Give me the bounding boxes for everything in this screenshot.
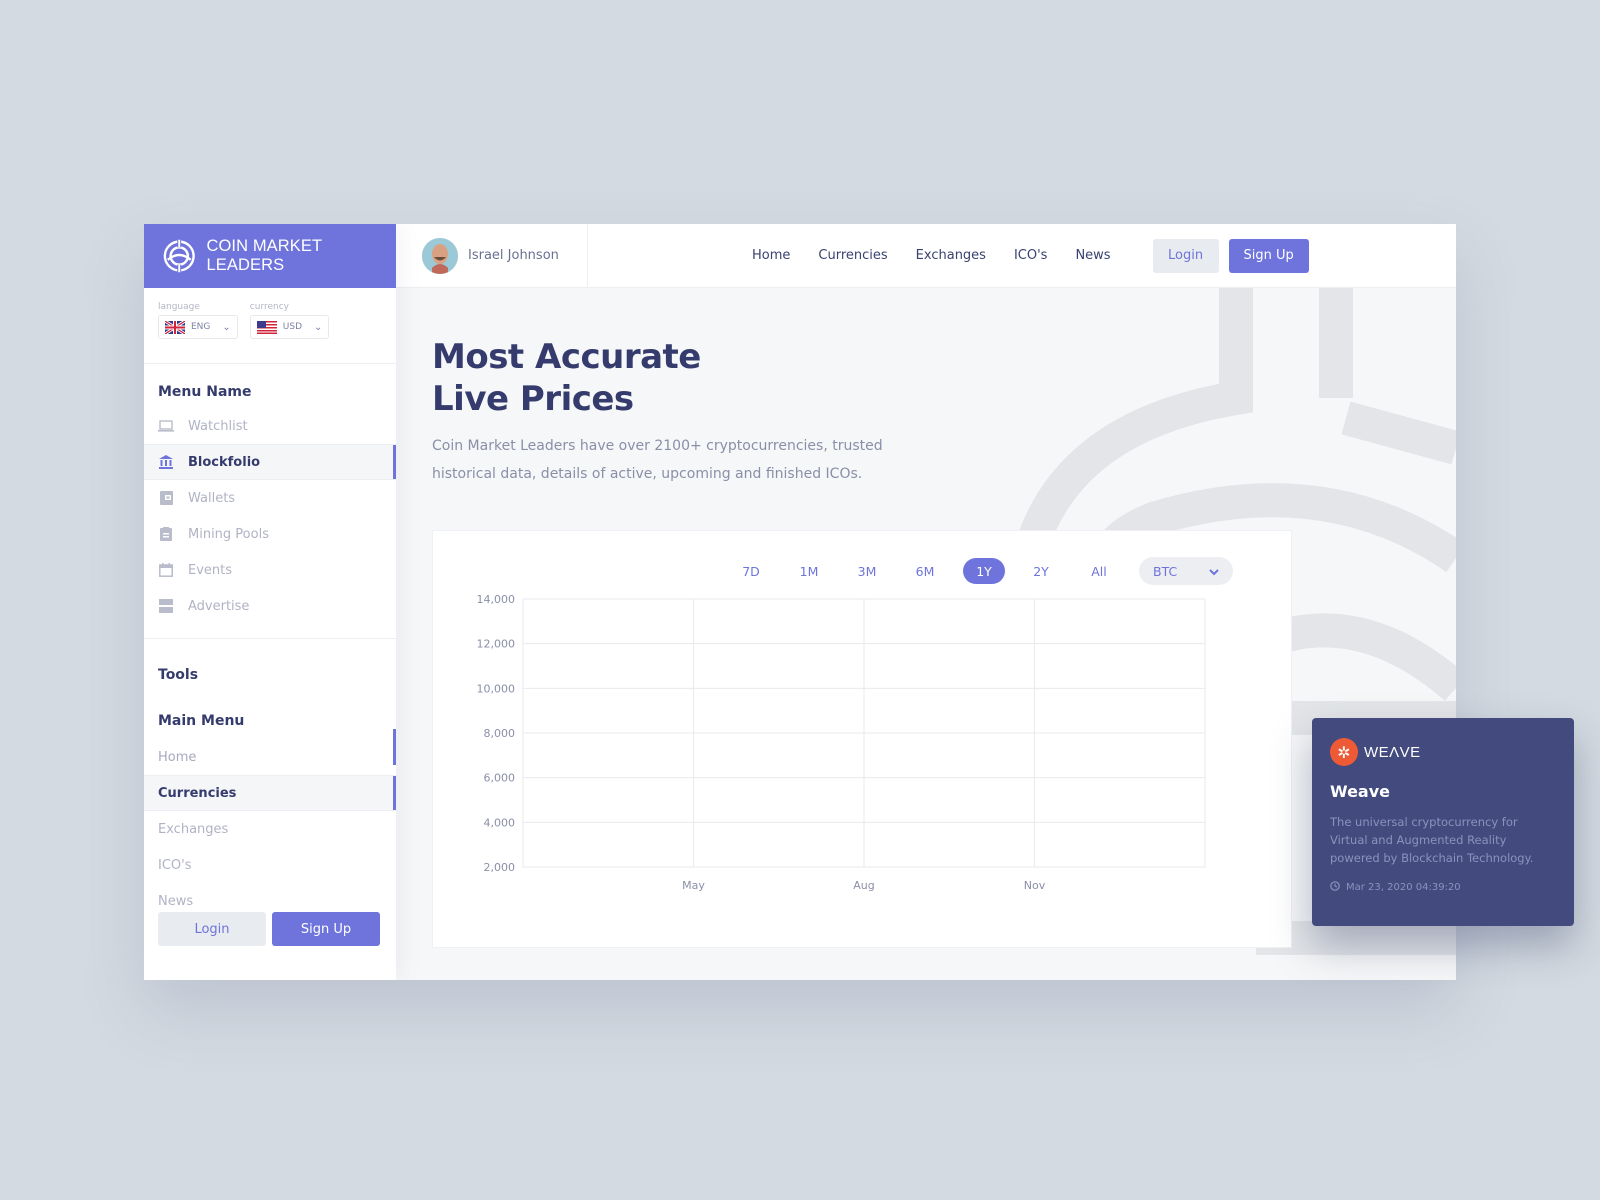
weave-description: The universal cryptocurrency for Virtual… [1330,815,1534,865]
sidebar-divider [144,638,396,639]
weave-news-card[interactable]: ✲ WEΛVE Weave The universal cryptocurren… [1312,718,1574,926]
app-window: COIN MARKET LEADERS language ENG ⌄ curre… [144,224,1456,980]
y-tick-label: 10,000 [477,682,516,695]
top-nav: Home Currencies Exchanges ICO's News [752,248,1111,263]
user-name: Israel Johnson [468,248,559,263]
locale-selectors: language ENG ⌄ currency USD ⌄ [144,288,396,364]
language-value: ENG [191,322,211,332]
chevron-down-icon: ⌄ [314,321,323,333]
chevron-down-icon: ⌄ [222,321,231,333]
clock-icon [1330,881,1340,894]
x-tick-label: May [682,879,705,892]
nav-icos[interactable]: ICO's [1014,248,1048,263]
price-chart-card: 7D 1M 3M 6M 1Y 2Y All BTC 14,000 12,000 10… [432,530,1292,948]
y-tick-label: 4,000 [484,816,516,829]
hero-description: Coin Market Leaders have over 2100+ cryp… [432,438,883,482]
top-login-button[interactable]: Login [1152,238,1219,273]
advertise-icon [158,598,174,614]
sidebar-item-label: Exchanges [158,821,229,837]
sidebar-auth-buttons: Login Sign Up [158,912,380,946]
bank-icon [158,454,174,470]
main-content: Most Accurate Live Prices Coin Market Le… [396,288,1456,980]
brand-header[interactable]: COIN MARKET LEADERS [144,224,396,288]
y-tick-label: 2,000 [484,861,516,874]
currency-group: currency USD ⌄ [249,302,330,363]
weave-timestamp-text: Mar 23, 2020 04:39:20 [1346,882,1461,893]
sidebar-item-label: News [158,893,194,909]
main-menu-title: Main Menu [158,713,245,729]
y-tick-label: 8,000 [484,727,516,740]
avatar-image-icon [422,237,458,274]
top-auth-buttons: Login Sign Up [1152,238,1309,273]
sidebar-item-watchlist[interactable]: Watchlist [144,408,396,444]
sidebar-item-wallets[interactable]: Wallets [144,480,396,516]
us-flag-icon [256,320,277,334]
hero-title-line1: Most Accurate [432,337,701,377]
uk-flag-icon [165,320,185,334]
weave-logo: ✲ WEΛVE [1330,738,1556,766]
sidebar-signup-button[interactable]: Sign Up [272,912,380,946]
language-group: language ENG ⌄ [158,302,238,363]
sidebar-item-label: Home [158,749,197,765]
calendar-icon [158,562,174,578]
avatar[interactable] [422,237,458,274]
sidebar-item-advertise[interactable]: Advertise [144,588,396,624]
brand-logo-icon [163,239,195,273]
top-signup-button[interactable]: Sign Up [1228,238,1309,273]
sidebar-item-label: Currencies [158,785,237,801]
sidebar-item-icos[interactable]: ICO's [144,847,396,883]
language-label: language [158,302,200,312]
price-chart: 14,000 12,000 10,000 8,000 6,000 4,000 2,000 Ma… [477,593,1206,892]
sidebar-item-label: Events [188,562,233,578]
currency-label: currency [249,302,290,312]
sidebar-item-label: ICO's [158,857,192,873]
x-tick-label: Nov [1024,879,1046,892]
sidebar-item-blockfolio[interactable]: Blockfolio [144,444,396,480]
sidebar-item-exchanges[interactable]: Exchanges [144,811,396,847]
tools-title[interactable]: Tools [144,667,396,683]
menu-name-title: Menu Name [158,384,252,400]
nav-currencies[interactable]: Currencies [818,248,887,263]
sidebar-item-label: Watchlist [188,418,248,434]
sidebar-item-label: Mining Pools [188,526,269,542]
nav-exchanges[interactable]: Exchanges [916,248,986,263]
weave-logo-word: WEΛVE [1364,743,1421,761]
nav-home[interactable]: Home [752,248,790,263]
currency-value: USD [282,322,303,332]
laptop-icon [158,418,174,434]
weave-title: Weave [1330,782,1391,801]
nav-news[interactable]: News [1075,248,1110,263]
clipboard-icon [158,526,174,542]
main-menu-list: Home Currencies Exchanges ICO's News [144,729,396,919]
sidebar-item-home[interactable]: Home [144,729,396,775]
hero-title: Most Accurate Live Prices [432,336,701,420]
sidebar-item-label: Advertise [188,598,250,614]
hover-indicator [393,729,396,765]
y-tick-label: 6,000 [484,772,516,785]
sidebar-item-label: Blockfolio [188,454,261,470]
sidebar: COIN MARKET LEADERS language ENG ⌄ curre… [144,224,396,980]
sidebar-item-label: Wallets [188,490,236,506]
sidebar-item-mining-pools[interactable]: Mining Pools [144,516,396,552]
sidebar-item-events[interactable]: Events [144,552,396,588]
top-bar: Israel Johnson Home Currencies Exchanges… [396,224,1456,288]
weave-logo-icon: ✲ [1330,738,1358,766]
currency-select[interactable]: USD ⌄ [249,315,330,339]
x-tick-label: Aug [853,879,874,892]
hero-title-line2: Live Prices [432,379,634,419]
language-select[interactable]: ENG ⌄ [158,315,238,339]
weave-timestamp: Mar 23, 2020 04:39:20 [1330,881,1556,894]
user-profile[interactable]: Israel Johnson [396,224,588,287]
y-tick-label: 12,000 [477,638,516,651]
menu-list: Watchlist Blockfolio Wallets Mining Pool… [144,408,396,624]
y-tick-label: 14,000 [477,593,516,606]
brand-name: COIN MARKET LEADERS [206,237,322,274]
sidebar-login-button[interactable]: Login [158,912,266,946]
sidebar-item-currencies[interactable]: Currencies [144,775,396,811]
wallet-icon [158,490,174,506]
